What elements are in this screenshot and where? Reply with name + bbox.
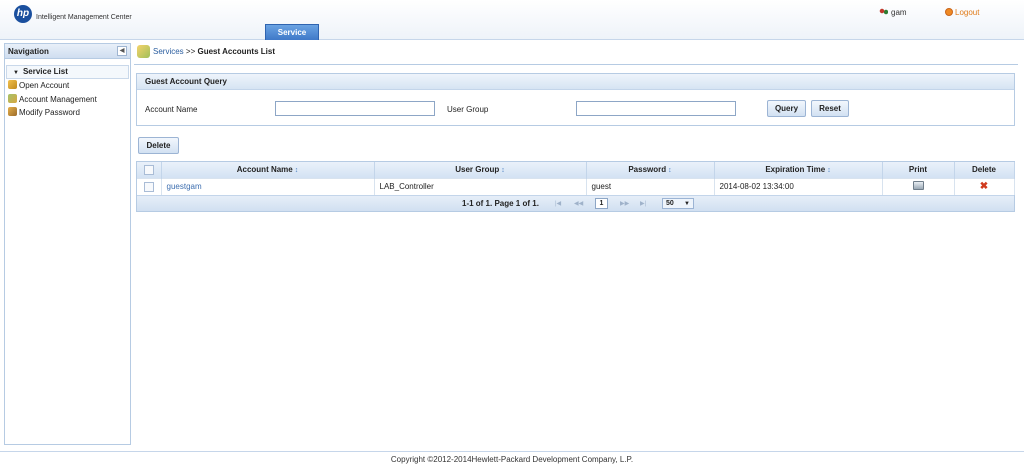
- sidebar-item-open-account[interactable]: Open Account: [5, 79, 130, 93]
- next-page-icon[interactable]: ▶▶: [620, 200, 629, 207]
- hp-logo: hp: [14, 5, 32, 23]
- service-list-section[interactable]: ▼ Service List: [6, 65, 129, 79]
- delete-selected-button[interactable]: Delete: [138, 137, 179, 154]
- account-icon: [8, 93, 17, 103]
- breadcrumb-separator: >>: [185, 47, 196, 56]
- top-header: hp Intelligent Management Center Service…: [0, 0, 1024, 40]
- chevron-down-icon: ▼: [684, 201, 690, 207]
- navigation-header: Navigation ◀: [5, 44, 130, 59]
- column-header-user-group[interactable]: User Group ↕: [374, 162, 587, 178]
- last-page-icon[interactable]: ▶|: [640, 200, 646, 207]
- print-cell: [882, 177, 955, 195]
- password-icon: [8, 107, 17, 116]
- sort-icon: ↕: [501, 167, 505, 175]
- navigation-title: Navigation: [8, 47, 49, 56]
- triangle-down-icon: ▼: [13, 70, 19, 76]
- printer-icon[interactable]: [912, 181, 924, 191]
- tab-service[interactable]: Service: [265, 24, 319, 40]
- chevron-left-icon: ◀: [119, 48, 125, 54]
- delete-x-icon[interactable]: ✖: [980, 181, 988, 192]
- page-size-select[interactable]: 50 ▼: [662, 198, 694, 209]
- user-group-label: User Group: [447, 105, 489, 114]
- account-name-link[interactable]: guestgam: [167, 182, 202, 191]
- first-page-icon[interactable]: |◀: [555, 200, 561, 207]
- sort-icon: ↕: [668, 167, 672, 175]
- pagination-summary: 1-1 of 1. Page 1 of 1.: [462, 199, 539, 208]
- column-header-print: Print: [882, 162, 955, 178]
- expiration-time-cell: 2014-08-02 13:34:00: [714, 177, 883, 195]
- sort-icon: ↕: [294, 167, 299, 175]
- table-header-row: Account Name ↕ User Group ↕ Password ↕ Expi…: [137, 162, 1015, 178]
- current-user[interactable]: gam: [879, 8, 907, 17]
- select-all-checkbox[interactable]: [143, 164, 154, 175]
- row-checkbox[interactable]: [143, 181, 154, 192]
- guest-accounts-table: Account Name ↕ User Group ↕ Password ↕ Expi…: [136, 161, 1015, 212]
- query-panel-title: Guest Account Query: [137, 74, 1014, 90]
- pagination-bar: 1-1 of 1. Page 1 of 1. |◀ ◀◀ 1 ▶▶ ▶| 50 ▼: [137, 195, 1014, 211]
- breadcrumb-services-link[interactable]: Services: [153, 47, 184, 56]
- table-row: guestgam LAB_Controller guest 2014-08-02…: [137, 177, 1015, 195]
- page-number-input[interactable]: 1: [595, 198, 608, 209]
- user-icon: [879, 8, 888, 16]
- account-name-label: Account Name: [145, 105, 198, 114]
- guest-account-query-panel: Guest Account Query Account Name User Gr…: [136, 73, 1015, 126]
- select-all-header[interactable]: [137, 162, 162, 178]
- column-header-password[interactable]: Password ↕: [586, 162, 715, 178]
- user-name: gam: [891, 8, 907, 17]
- sidebar-item-modify-password[interactable]: Modify Password: [5, 106, 130, 120]
- navigation-panel: Navigation ◀ ▼ Service List Open Account …: [4, 43, 131, 445]
- logout-label: Logout: [955, 8, 980, 17]
- delete-cell: ✖: [954, 177, 1015, 195]
- sidebar-item-label: Open Account: [19, 81, 70, 90]
- key-user-icon: [8, 80, 17, 89]
- breadcrumb-current: Guest Accounts List: [197, 47, 276, 56]
- sidebar-item-label: Modify Password: [19, 108, 80, 117]
- section-title: Service List: [22, 67, 68, 76]
- account-name-cell: guestgam: [161, 177, 375, 195]
- product-name: Intelligent Management Center: [36, 14, 132, 21]
- breadcrumb-bar: Services >> Guest Accounts List: [134, 43, 1018, 65]
- previous-page-icon[interactable]: ◀◀: [574, 200, 583, 207]
- collapse-navigation-button[interactable]: ◀: [117, 46, 127, 56]
- footer-copyright: Copyright ©2012-2014Hewlett-Packard Deve…: [0, 451, 1024, 468]
- column-header-account-name[interactable]: Account Name ↕: [161, 162, 375, 178]
- reset-button[interactable]: Reset: [811, 100, 849, 117]
- query-button[interactable]: Query: [767, 100, 806, 117]
- user-group-cell: LAB_Controller: [374, 177, 587, 195]
- breadcrumb: Services >> Guest Accounts List: [153, 47, 275, 56]
- logout-icon: [945, 8, 953, 16]
- sidebar-item-label: Account Management: [19, 94, 97, 104]
- column-header-expiration-time[interactable]: Expiration Time ↕: [714, 162, 883, 178]
- column-header-delete: Delete: [954, 162, 1015, 178]
- sort-icon: ↕: [827, 167, 831, 175]
- guest-service-icon: [137, 45, 150, 58]
- password-cell: guest: [586, 177, 715, 195]
- user-group-input[interactable]: [576, 101, 736, 116]
- logout-link[interactable]: Logout: [945, 8, 979, 17]
- account-name-input[interactable]: [275, 101, 435, 116]
- row-select-cell: [137, 177, 162, 195]
- sidebar-item-account-management[interactable]: Account Management: [5, 93, 130, 107]
